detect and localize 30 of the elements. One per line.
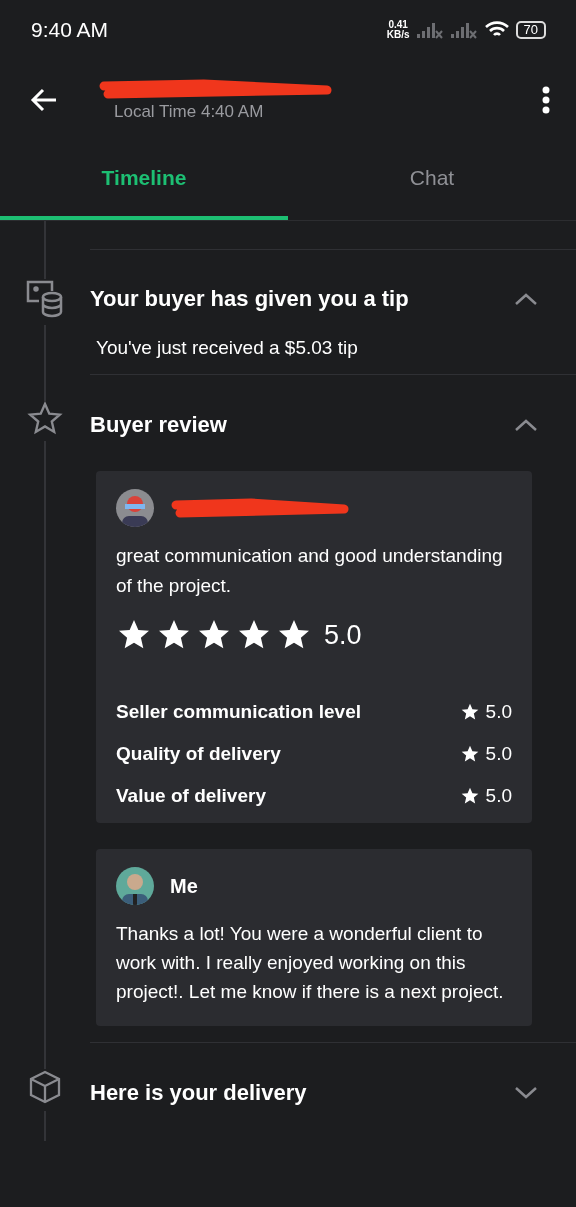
chevron-up-icon[interactable]: [514, 292, 538, 306]
criterion-rating: 5.0: [485, 701, 512, 723]
criterion-label: Seller communication level: [116, 701, 361, 723]
criterion-rating: 5.0: [485, 785, 512, 807]
more-options-icon[interactable]: [542, 86, 550, 114]
criterion-label: Value of delivery: [116, 785, 266, 807]
criterion-label: Quality of delivery: [116, 743, 281, 765]
event-title: Your buyer has given you a tip: [90, 286, 409, 312]
screen-coins-icon: [25, 279, 65, 319]
signal-icon: [449, 21, 478, 39]
back-button[interactable]: [30, 88, 58, 112]
local-time: Local Time 4:40 AM: [114, 102, 265, 122]
author-name: Me: [170, 874, 198, 898]
event-title: Buyer review: [90, 412, 227, 438]
chevron-up-icon[interactable]: [514, 418, 538, 432]
tab[interactable]: Chat: [288, 140, 576, 220]
tip-message: You've just received a $5.03 tip: [95, 336, 359, 360]
status-time: 9:40 AM: [31, 18, 109, 42]
box-icon: [27, 1069, 63, 1105]
star-outline-icon: [27, 401, 63, 435]
tab[interactable]: Timeline: [0, 140, 288, 220]
criterion-rating: 5.0: [485, 743, 512, 765]
event-title: Here is your delivery: [90, 1080, 307, 1106]
rating-value: 5.0: [324, 619, 362, 651]
signal-icon: [415, 21, 444, 39]
reply-text: Thanks a lot! You were a wonderful client to work with. I really enjoyed working on this project!. Let me know if there is a next project.: [116, 922, 505, 1004]
chevron-down-icon[interactable]: [514, 1086, 538, 1100]
battery-indicator: 70: [515, 21, 546, 39]
network-speed: 0.41 KB/s: [386, 20, 410, 40]
review-comment: great communication and good understanding of the project.: [116, 544, 504, 598]
